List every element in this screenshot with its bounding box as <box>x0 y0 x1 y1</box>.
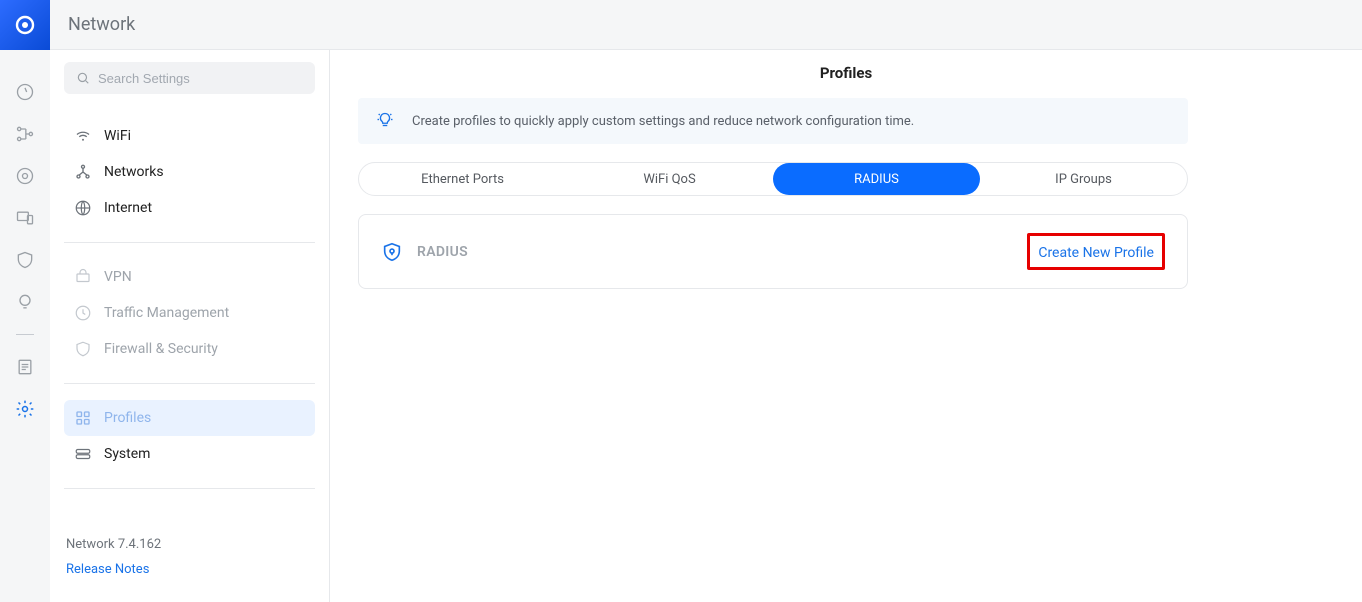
sidebar-divider <box>64 242 315 243</box>
search-input[interactable] <box>98 71 303 86</box>
app-logo[interactable] <box>0 0 50 50</box>
topbar: Network <box>50 0 1362 50</box>
profile-tabs: Ethernet Ports WiFi QoS RADIUS IP Groups <box>358 162 1188 196</box>
sidebar-item-internet[interactable]: Internet <box>64 190 315 226</box>
globe-icon <box>74 199 92 217</box>
sidebar-item-system[interactable]: System <box>64 436 315 472</box>
main-title: Profiles <box>330 50 1362 98</box>
sidebar-divider <box>64 488 315 489</box>
info-banner: Create profiles to quickly apply custom … <box>358 98 1188 144</box>
settings-icon[interactable] <box>15 399 35 419</box>
banner-text: Create profiles to quickly apply custom … <box>412 114 914 129</box>
search-icon <box>76 71 90 85</box>
sidebar-item-profiles[interactable]: Profiles <box>64 400 315 436</box>
bulb-icon[interactable] <box>15 292 35 312</box>
tab-radius[interactable]: RADIUS <box>773 163 980 195</box>
version-text: Network 7.4.162 <box>66 537 313 552</box>
tab-label: WiFi QoS <box>643 172 695 187</box>
sidebar-item-vpn[interactable]: VPN <box>64 259 315 295</box>
sidebar-item-label: Internet <box>104 200 152 216</box>
sidebar-item-label: Profiles <box>104 410 151 426</box>
profiles-icon <box>74 409 92 427</box>
rail-divider <box>16 334 34 335</box>
sidebar-divider <box>64 383 315 384</box>
wifi-icon <box>74 127 92 145</box>
tab-ethernet-ports[interactable]: Ethernet Ports <box>359 163 566 195</box>
card-title: RADIUS <box>417 244 468 260</box>
tab-label: Ethernet Ports <box>421 172 504 187</box>
sidebar-item-label: Networks <box>104 164 164 180</box>
settings-sidebar: WiFi Networks Internet VPN <box>50 50 330 602</box>
sidebar-item-label: System <box>104 446 150 462</box>
vpn-icon <box>74 268 92 286</box>
icon-rail <box>0 0 50 602</box>
devices-icon[interactable] <box>15 208 35 228</box>
tab-label: RADIUS <box>854 172 899 187</box>
traffic-icon <box>74 304 92 322</box>
record-icon[interactable] <box>15 166 35 186</box>
sidebar-item-traffic[interactable]: Traffic Management <box>64 295 315 331</box>
system-icon <box>74 445 92 463</box>
radius-card: RADIUS Create New Profile <box>358 214 1188 289</box>
networks-icon <box>74 163 92 181</box>
create-new-profile-button[interactable]: Create New Profile <box>1038 245 1154 261</box>
create-highlight: Create New Profile <box>1027 233 1165 270</box>
sidebar-item-label: Traffic Management <box>104 305 229 321</box>
tab-ip-groups[interactable]: IP Groups <box>980 163 1187 195</box>
shield-icon[interactable] <box>15 250 35 270</box>
release-notes-link[interactable]: Release Notes <box>66 562 313 577</box>
tab-wifi-qos[interactable]: WiFi QoS <box>566 163 773 195</box>
tab-label: IP Groups <box>1055 172 1112 187</box>
sidebar-item-label: VPN <box>104 269 132 285</box>
sidebar-item-label: WiFi <box>104 128 131 144</box>
sidebar-item-firewall[interactable]: Firewall & Security <box>64 331 315 367</box>
search-wrap[interactable] <box>64 62 315 94</box>
notes-icon[interactable] <box>15 357 35 377</box>
sidebar-item-wifi[interactable]: WiFi <box>64 118 315 154</box>
topology-icon[interactable] <box>15 124 35 144</box>
lightbulb-icon <box>376 112 394 130</box>
sidebar-item-label: Firewall & Security <box>104 341 218 357</box>
firewall-icon <box>74 340 92 358</box>
page-title: Network <box>68 14 135 35</box>
dashboard-icon[interactable] <box>15 82 35 102</box>
radius-shield-icon <box>381 241 403 263</box>
sidebar-item-networks[interactable]: Networks <box>64 154 315 190</box>
